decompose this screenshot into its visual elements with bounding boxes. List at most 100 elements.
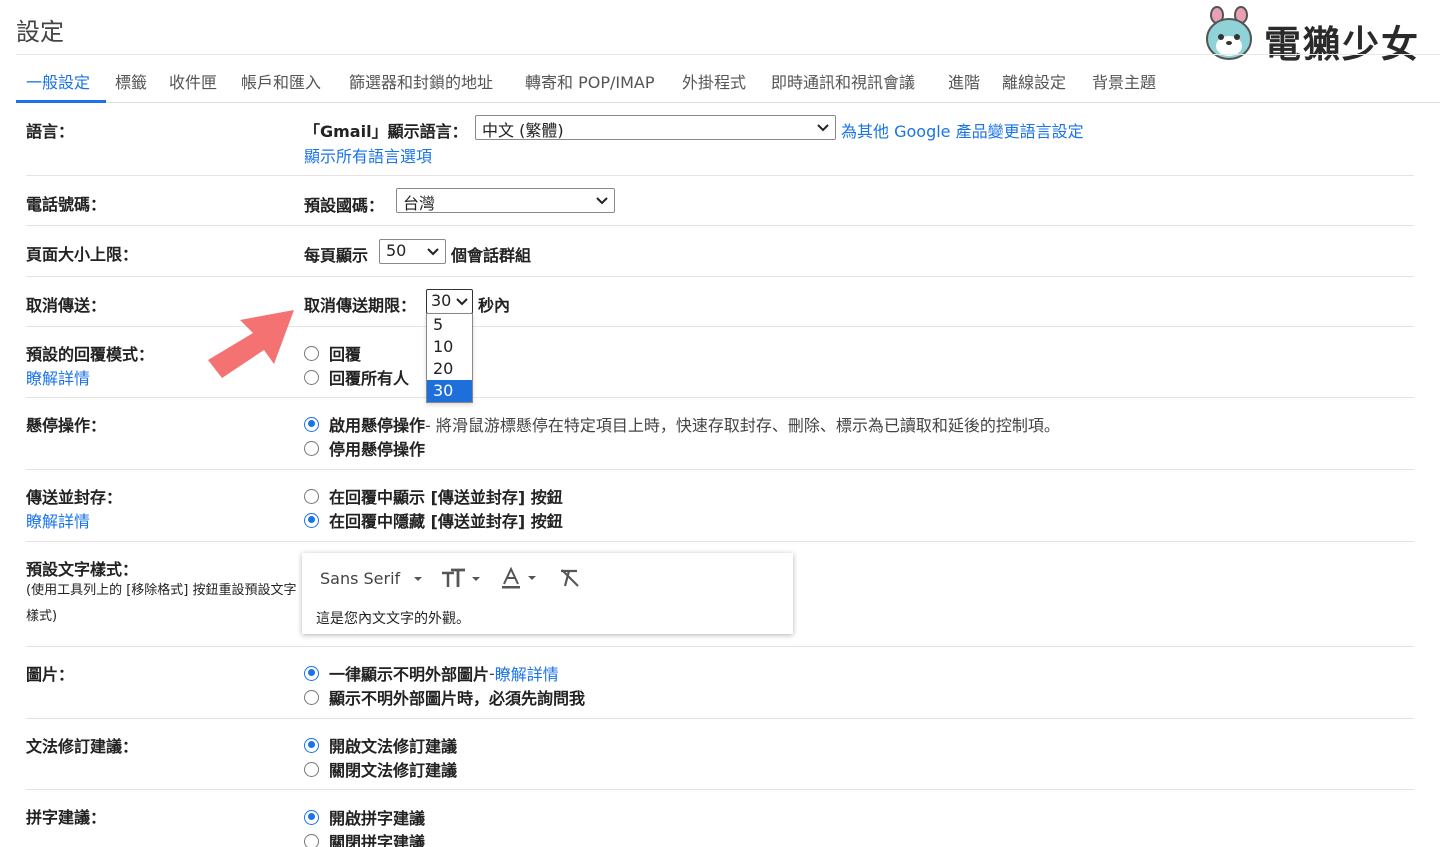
images-setting-row: 圖片： 一律顯示不明外部圖片 - 瞭解詳情 顯示不明外部圖片時，必須先詢問我 xyxy=(26,647,1414,719)
enable-hover-label: 啟用懸停操作 xyxy=(329,416,426,435)
undo-send-period-label: 取消傳送期限： xyxy=(304,296,417,315)
images-learn-more-link[interactable]: 瞭解詳情 xyxy=(495,661,559,685)
spelling-off-option[interactable]: 關閉拼字建議 xyxy=(304,829,425,847)
tab-general[interactable]: 一般設定 xyxy=(26,69,90,93)
ask-before-images-radio[interactable] xyxy=(304,689,319,705)
spelling-off-radio[interactable] xyxy=(304,833,319,847)
tab-accounts-import[interactable]: 帳戶和匯入 xyxy=(241,69,321,93)
grammar-on-radio[interactable] xyxy=(304,737,319,753)
font-dropdown-arrow-icon[interactable] xyxy=(410,567,426,589)
reply-all-radio[interactable] xyxy=(304,369,319,385)
tab-themes[interactable]: 背景主題 xyxy=(1092,69,1156,93)
undo-option-5[interactable]: 5 xyxy=(427,314,472,336)
font-size-icon[interactable] xyxy=(440,567,482,589)
country-code-label: 預設國碼： xyxy=(304,196,385,215)
show-all-languages-link[interactable]: 顯示所有語言選項 xyxy=(304,143,432,167)
undo-option-20[interactable]: 20 xyxy=(427,358,472,380)
page-size-setting-row: 頁面大小上限： 每頁顯示 50 個會話群組 xyxy=(26,226,1414,277)
grammar-off-label: 關閉文法修訂建議 xyxy=(329,761,458,780)
reply-option[interactable]: 回覆 xyxy=(304,341,361,365)
other-products-language-link[interactable]: 為其他 Google 產品變更語言設定 xyxy=(841,118,1084,142)
reply-all-option[interactable]: 回覆所有人 xyxy=(304,365,409,389)
spelling-label: 拼字建議： xyxy=(26,808,107,827)
enable-hover-description: - 將滑鼠游標懸停在特定項目上時，快速存取封存、刪除、標示為已讀取和延後的控制項… xyxy=(425,416,1060,435)
display-language-select[interactable]: 中文 (繁體) xyxy=(475,115,836,140)
hide-send-archive-option[interactable]: 在回覆中隱藏 [傳送並封存] 按鈕 xyxy=(304,508,563,532)
display-language-value: 中文 (繁體) xyxy=(482,121,564,140)
reply-mode-learn-more-link[interactable]: 瞭解詳情 xyxy=(26,365,90,389)
reply-option-label: 回覆 xyxy=(329,345,362,364)
country-code-select[interactable]: 台灣 xyxy=(396,188,615,213)
page-size-select[interactable]: 50 xyxy=(379,239,446,264)
tab-offline[interactable]: 離線設定 xyxy=(1002,69,1066,93)
grammar-setting-row: 文法修訂建議： 開啟文法修訂建議 關閉文法修訂建議 xyxy=(26,719,1414,790)
ask-before-images-label: 顯示不明外部圖片時，必須先詢問我 xyxy=(329,689,586,708)
chevron-down-icon xyxy=(596,197,608,205)
tab-chat-meet[interactable]: 即時通訊和視訊會議 xyxy=(771,69,915,93)
spelling-on-option[interactable]: 開啟拼字建議 xyxy=(304,805,425,829)
chevron-down-icon xyxy=(817,124,829,132)
send-archive-setting-row: 傳送並封存： 瞭解詳情 在回覆中顯示 [傳送並封存] 按鈕 在回覆中隱藏 [傳送… xyxy=(26,470,1414,542)
always-show-images-radio[interactable] xyxy=(304,665,319,681)
country-code-value: 台灣 xyxy=(403,194,436,213)
grammar-off-radio[interactable] xyxy=(304,761,319,777)
font-family-value[interactable]: Sans Serif xyxy=(320,569,400,588)
undo-option-30[interactable]: 30 xyxy=(427,380,472,402)
enable-hover-radio[interactable] xyxy=(304,416,319,432)
text-style-note: (使用工具列上的 [移除格式] 按鈕重設預設文字樣式) xyxy=(26,583,297,624)
disable-hover-label: 停用懸停操作 xyxy=(329,440,426,459)
hover-actions-setting-row: 懸停操作： 啟用懸停操作 - 將滑鼠游標懸停在特定項目上時，快速存取封存、刪除、… xyxy=(26,398,1414,470)
text-style-sample: 這是您內文文字的外觀。 xyxy=(316,611,470,627)
settings-tabs: 一般設定 標籤 收件匣 帳戶和匯入 篩選器和封鎖的地址 轉寄和 POP/IMAP… xyxy=(16,54,1440,103)
page-size-suffix: 個會話群組 xyxy=(451,246,532,265)
hide-send-archive-label: 在回覆中隱藏 [傳送並封存] 按鈕 xyxy=(329,512,563,531)
undo-send-period-value: 30 xyxy=(431,291,452,310)
page-title: 設定 xyxy=(16,18,64,46)
remove-formatting-icon[interactable] xyxy=(558,567,582,589)
show-send-archive-option[interactable]: 在回覆中顯示 [傳送並封存] 按鈕 xyxy=(304,484,563,508)
disable-hover-radio[interactable] xyxy=(304,440,319,456)
tab-labels[interactable]: 標籤 xyxy=(115,69,147,93)
spelling-setting-row: 拼字建議： 開啟拼字建議 關閉拼字建議 xyxy=(26,790,1414,847)
display-language-label: 「Gmail」顯示語言： xyxy=(304,122,468,141)
send-archive-label: 傳送並封存： xyxy=(26,488,123,507)
grammar-on-option[interactable]: 開啟文法修訂建議 xyxy=(304,733,457,757)
undo-send-label: 取消傳送： xyxy=(26,296,107,315)
page-size-label: 頁面大小上限： xyxy=(26,245,139,264)
text-style-label: 預設文字樣式： xyxy=(26,560,139,579)
spelling-on-label: 開啟拼字建議 xyxy=(329,809,426,828)
pointer-arrow-icon xyxy=(208,310,294,378)
grammar-label: 文法修訂建議： xyxy=(26,737,139,756)
text-color-icon[interactable] xyxy=(500,567,540,589)
tab-addons[interactable]: 外掛程式 xyxy=(682,69,746,93)
enable-hover-option[interactable]: 啟用懸停操作 - 將滑鼠游標懸停在特定項目上時，快速存取封存、刪除、標示為已讀取… xyxy=(304,412,1060,436)
language-setting-row: 語言： 「Gmail」顯示語言： 中文 (繁體) 為其他 Google 產品變更… xyxy=(26,103,1414,176)
tab-forwarding-pop-imap[interactable]: 轉寄和 POP/IMAP xyxy=(525,69,655,93)
reply-radio[interactable] xyxy=(304,345,319,361)
undo-option-10[interactable]: 10 xyxy=(427,336,472,358)
always-show-images-option[interactable]: 一律顯示不明外部圖片 - 瞭解詳情 xyxy=(304,661,559,685)
disable-hover-option[interactable]: 停用懸停操作 xyxy=(304,436,425,460)
grammar-off-option[interactable]: 關閉文法修訂建議 xyxy=(304,757,457,781)
phone-setting-row: 電話號碼： 預設國碼： 台灣 xyxy=(26,176,1414,226)
show-send-archive-label: 在回覆中顯示 [傳送並封存] 按鈕 xyxy=(329,488,563,507)
page-size-value: 50 xyxy=(386,241,407,260)
undo-send-suffix: 秒內 xyxy=(478,296,511,315)
hover-actions-label: 懸停操作： xyxy=(26,416,107,435)
undo-send-period-select[interactable]: 30 xyxy=(426,289,473,314)
send-archive-learn-more-link[interactable]: 瞭解詳情 xyxy=(26,508,90,532)
chevron-down-icon xyxy=(456,298,468,306)
reply-all-option-label: 回覆所有人 xyxy=(329,369,410,388)
chevron-down-icon xyxy=(427,248,439,256)
hide-send-archive-radio[interactable] xyxy=(304,512,319,528)
tab-filters[interactable]: 篩選器和封鎖的地址 xyxy=(349,69,493,93)
phone-label: 電話號碼： xyxy=(26,195,107,214)
show-send-archive-radio[interactable] xyxy=(304,488,319,504)
always-show-images-label: 一律顯示不明外部圖片 xyxy=(329,665,490,684)
ask-before-images-option[interactable]: 顯示不明外部圖片時，必須先詢問我 xyxy=(304,685,585,709)
spelling-on-radio[interactable] xyxy=(304,809,319,825)
reply-mode-label: 預設的回覆模式： xyxy=(26,345,155,364)
tab-advanced[interactable]: 進階 xyxy=(948,69,980,93)
text-style-editor: Sans Serif 這是您內文文字的外觀。 xyxy=(302,553,793,634)
tab-inbox[interactable]: 收件匣 xyxy=(169,69,217,93)
